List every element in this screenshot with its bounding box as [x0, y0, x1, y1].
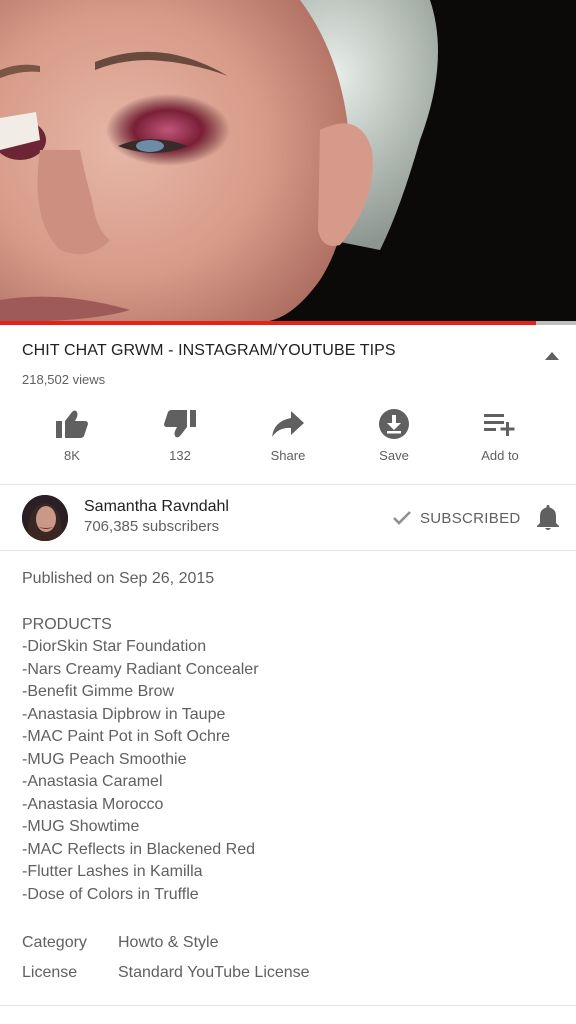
- description-line: -DiorSkin Star Foundation: [22, 638, 207, 655]
- caret-up-icon: [545, 352, 559, 360]
- divider: [0, 550, 576, 551]
- description-line: -Anastasia Morocco: [22, 795, 164, 813]
- description-line: -MUG Peach Smoothie: [22, 750, 187, 768]
- publish-date: Published on Sep 26, 2015: [22, 570, 215, 587]
- download-icon: [376, 406, 412, 442]
- description-line: PRODUCTS: [22, 615, 112, 633]
- checkmark-icon: [393, 511, 411, 525]
- notification-bell-button[interactable]: [534, 502, 562, 532]
- share-label: Share: [270, 448, 306, 463]
- video-title: CHIT CHAT GRWM - INSTAGRAM/YOUTUBE TIPS: [22, 342, 396, 359]
- description-line: -MAC Paint Pot in Soft Ochre: [22, 728, 231, 745]
- video-description: Published on Sep 26, 2015 PRODUCTS -DiorS…: [22, 568, 542, 906]
- dislike-button[interactable]: 132: [126, 400, 234, 476]
- divider: [0, 1005, 576, 1006]
- description-line: -Dose of Colors in Truffle: [22, 885, 199, 903]
- description-text: PRODUCTS -DiorSkin Star Foundation -Nars C…: [22, 614, 542, 907]
- playlist-add-icon: [482, 406, 518, 442]
- video-frame: [0, 0, 576, 322]
- description-line: -Flutter Lashes in Kamilla: [22, 863, 203, 880]
- video-progress-played: [0, 321, 536, 325]
- description-line: -MAC Reflects in Blackened Red: [22, 840, 255, 858]
- subscribed-button[interactable]: SUBSCRIBED: [392, 505, 521, 531]
- divider: [0, 484, 576, 485]
- channel-avatar[interactable]: [22, 495, 68, 541]
- license-label: License: [22, 964, 78, 981]
- like-count: 8K: [64, 448, 80, 463]
- share-button[interactable]: Share: [234, 400, 342, 476]
- category-row: Category Howto & Style: [22, 934, 218, 952]
- add-to-playlist-button[interactable]: Add to: [446, 400, 554, 476]
- view-count: 218,502 views: [22, 372, 106, 387]
- video-player[interactable]: [0, 0, 576, 322]
- channel-name[interactable]: Samantha Ravndahl: [84, 498, 229, 516]
- license-row: License Standard YouTube License: [22, 964, 310, 982]
- subscriber-count: 706,385 subscribers: [84, 518, 220, 535]
- category-label: Category: [22, 934, 87, 951]
- thumbs-up-icon: [54, 406, 90, 442]
- collapse-details-button[interactable]: [538, 344, 566, 368]
- subscribed-label: SUBSCRIBED: [420, 509, 521, 527]
- bell-icon: [537, 505, 559, 530]
- add-to-label: Add to: [481, 448, 519, 463]
- license-value: Standard YouTube License: [118, 964, 310, 981]
- dislike-count: 132: [169, 448, 191, 463]
- category-value[interactable]: Howto & Style: [118, 934, 218, 951]
- description-line: -Benefit Gimme Brow: [22, 683, 175, 700]
- like-button[interactable]: 8K: [18, 400, 126, 476]
- description-line: -Nars Creamy Radiant Concealer: [22, 660, 259, 678]
- description-line: -Anastasia Dipbrow in Taupe: [22, 705, 226, 723]
- description-line: -MUG Showtime: [22, 818, 140, 835]
- description-line: -Anastasia Caramel: [22, 773, 163, 790]
- share-icon: [270, 406, 306, 442]
- action-bar: 8K 132 Share Save Add to: [0, 400, 576, 480]
- thumbs-down-icon: [162, 406, 198, 442]
- save-label: Save: [379, 448, 409, 463]
- save-button[interactable]: Save: [340, 400, 448, 476]
- video-progress-bar[interactable]: [0, 321, 576, 325]
